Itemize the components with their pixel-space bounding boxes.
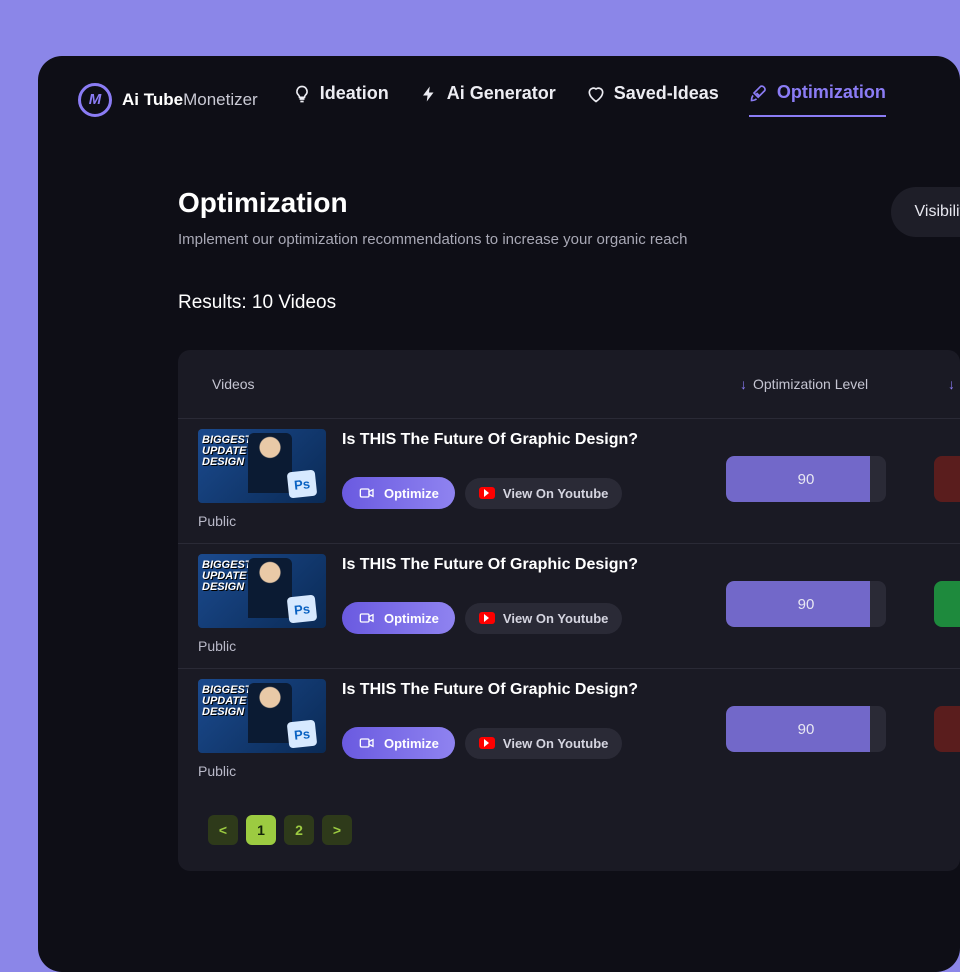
lightbulb-icon	[292, 84, 312, 104]
opt-level-progress: 90	[726, 456, 886, 502]
page-header-text: Optimization Implement our optimization …	[178, 187, 687, 248]
table-row: BIGGEST AIUPDATE FORDESIGN Ps Public Is …	[178, 543, 960, 668]
opt-impact-cell	[934, 456, 960, 502]
nav-saved-ideas[interactable]: Saved-Ideas	[586, 83, 719, 116]
video-title[interactable]: Is THIS The Future Of Graphic Design?	[342, 431, 638, 449]
thumb-wrap: BIGGEST AIUPDATE FORDESIGN Ps Public	[198, 554, 326, 654]
col-videos-header: Videos	[212, 376, 732, 392]
nav-ai-generator[interactable]: Ai Generator	[419, 83, 556, 116]
page-next-button[interactable]: >	[322, 815, 352, 845]
brand-logo-icon: M	[78, 83, 112, 117]
brand-bold: Ai Tube	[122, 90, 183, 109]
sort-arrow-icon: ↓	[948, 376, 955, 392]
visibility-filter[interactable]: Visibility (Al	[891, 187, 960, 237]
video-cell: BIGGEST AIUPDATE FORDESIGN Ps Public Is …	[198, 679, 718, 779]
page-1-button[interactable]: 1	[246, 815, 276, 845]
view-youtube-button[interactable]: View On Youtube	[465, 603, 622, 634]
thumb-wrap: BIGGEST AIUPDATE FORDESIGN Ps Public	[198, 429, 326, 529]
rocket-icon	[749, 83, 769, 103]
video-visibility: Public	[198, 763, 326, 779]
opt-impact-badge	[934, 456, 960, 502]
opt-level-value: 90	[726, 706, 886, 752]
opt-level-value: 90	[726, 456, 886, 502]
video-body: Is THIS The Future Of Graphic Design? Op…	[342, 554, 638, 634]
app-window: M Ai TubeMonetizer Ideation Ai Generator	[38, 56, 960, 972]
nav-saved-ideas-label: Saved-Ideas	[614, 83, 719, 104]
opt-level-progress: 90	[726, 706, 886, 752]
video-title[interactable]: Is THIS The Future Of Graphic Design?	[342, 556, 638, 574]
view-youtube-button[interactable]: View On Youtube	[465, 478, 622, 509]
video-thumbnail[interactable]: BIGGEST AIUPDATE FORDESIGN Ps	[198, 429, 326, 503]
opt-level-cell: 90	[726, 581, 926, 627]
brand-text: Ai TubeMonetizer	[122, 90, 258, 110]
video-actions: Optimize View On Youtube	[342, 602, 638, 634]
sort-arrow-icon: ↓	[740, 376, 747, 392]
table-header: Videos ↓ Optimization Level ↓ Opt. Imp	[178, 350, 960, 418]
table-row: BIGGEST AIUPDATE FORDESIGN Ps Public Is …	[178, 418, 960, 543]
bolt-icon	[419, 84, 439, 104]
optimize-button[interactable]: Optimize	[342, 727, 455, 759]
brand: M Ai TubeMonetizer	[78, 83, 258, 117]
opt-level-value: 90	[726, 581, 886, 627]
results-count: Results: 10 Videos	[178, 292, 960, 314]
video-cell: BIGGEST AIUPDATE FORDESIGN Ps Public Is …	[198, 429, 718, 529]
youtube-icon	[479, 612, 495, 624]
opt-impact-cell	[934, 706, 960, 752]
thumb-wrap: BIGGEST AIUPDATE FORDESIGN Ps Public	[198, 679, 326, 779]
nav-optimization[interactable]: Optimization	[749, 82, 886, 117]
opt-impact-badge	[934, 706, 960, 752]
opt-level-cell: 90	[726, 456, 926, 502]
video-title[interactable]: Is THIS The Future Of Graphic Design?	[342, 681, 638, 699]
main-nav: Ideation Ai Generator Saved-Ideas Optimi…	[292, 82, 886, 117]
topbar: M Ai TubeMonetizer Ideation Ai Generator	[78, 82, 960, 117]
page-prev-button[interactable]: <	[208, 815, 238, 845]
view-youtube-button[interactable]: View On Youtube	[465, 728, 622, 759]
opt-impact-cell	[934, 581, 960, 627]
video-cell: BIGGEST AIUPDATE FORDESIGN Ps Public Is …	[198, 554, 718, 654]
page-subtitle: Implement our optimization recommendatio…	[178, 231, 687, 248]
optimize-button[interactable]: Optimize	[342, 602, 455, 634]
video-camera-icon	[358, 735, 376, 751]
table-row: BIGGEST AIUPDATE FORDESIGN Ps Public Is …	[178, 668, 960, 793]
col-opt-level-label: Optimization Level	[753, 376, 868, 392]
nav-ideation[interactable]: Ideation	[292, 83, 389, 116]
optimize-button[interactable]: Optimize	[342, 477, 455, 509]
video-camera-icon	[358, 610, 376, 626]
video-visibility: Public	[198, 638, 326, 654]
opt-level-cell: 90	[726, 706, 926, 752]
brand-thin: Monetizer	[183, 90, 258, 109]
videos-table: Videos ↓ Optimization Level ↓ Opt. Imp B…	[178, 350, 960, 871]
pagination: < 1 2 >	[178, 793, 960, 871]
video-camera-icon	[358, 485, 376, 501]
page-2-button[interactable]: 2	[284, 815, 314, 845]
opt-impact-badge	[934, 581, 960, 627]
page-header: Optimization Implement our optimization …	[178, 187, 960, 248]
col-opt-level-header[interactable]: ↓ Optimization Level	[740, 376, 940, 392]
nav-optimization-label: Optimization	[777, 82, 886, 103]
page-title: Optimization	[178, 187, 687, 219]
opt-level-progress: 90	[726, 581, 886, 627]
nav-ai-generator-label: Ai Generator	[447, 83, 556, 104]
col-opt-impact-header[interactable]: ↓ Opt. Imp	[948, 368, 960, 400]
youtube-icon	[479, 487, 495, 499]
nav-ideation-label: Ideation	[320, 83, 389, 104]
youtube-icon	[479, 737, 495, 749]
video-actions: Optimize View On Youtube	[342, 727, 638, 759]
content: Optimization Implement our optimization …	[78, 117, 960, 871]
video-body: Is THIS The Future Of Graphic Design? Op…	[342, 679, 638, 759]
video-visibility: Public	[198, 513, 326, 529]
video-thumbnail[interactable]: BIGGEST AIUPDATE FORDESIGN Ps	[198, 679, 326, 753]
video-thumbnail[interactable]: BIGGEST AIUPDATE FORDESIGN Ps	[198, 554, 326, 628]
video-body: Is THIS The Future Of Graphic Design? Op…	[342, 429, 638, 509]
video-actions: Optimize View On Youtube	[342, 477, 638, 509]
heart-icon	[586, 84, 606, 104]
